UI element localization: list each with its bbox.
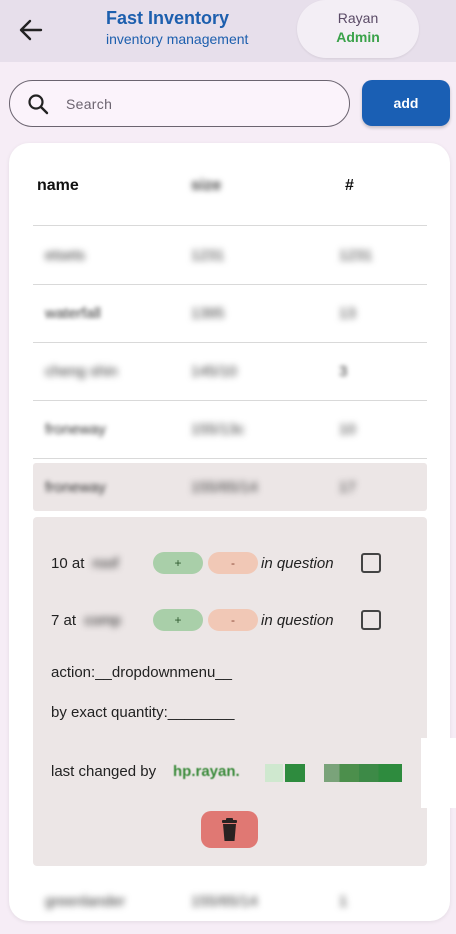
in-question-checkbox[interactable] xyxy=(361,553,381,573)
row-count: 17 xyxy=(339,479,356,496)
location-qty-label: 7 at xyxy=(51,612,77,629)
decrement-button[interactable]: - xyxy=(208,552,258,574)
in-question-label: in question xyxy=(261,612,334,629)
last-changed-label: last changed by xyxy=(51,763,157,780)
user-role: Admin xyxy=(336,29,380,45)
table-row[interactable]: greenlander 155/65/14 1 xyxy=(33,873,427,921)
trash-icon xyxy=(222,818,237,841)
increment-button[interactable]: + xyxy=(153,609,203,631)
row-name: waterfall xyxy=(45,305,101,322)
search-icon xyxy=(28,94,49,115)
row-size: 155/13c xyxy=(191,421,245,438)
action-dropdown[interactable]: action:__dropdownmenu__ xyxy=(51,664,232,681)
divider xyxy=(33,458,427,459)
row-count: 1 xyxy=(339,893,348,910)
row-size: 145/10 xyxy=(191,363,237,380)
last-changed-user: hp.rayan. xyxy=(173,763,240,780)
delete-button[interactable] xyxy=(201,811,258,848)
in-question-label: in question xyxy=(261,555,334,572)
location-name: roof xyxy=(92,555,119,572)
row-name: greenlander xyxy=(45,893,126,910)
user-name: Rayan xyxy=(337,10,379,26)
row-size: 1231 xyxy=(191,247,225,264)
app-subtitle: inventory management xyxy=(106,31,249,47)
column-header-size[interactable]: size xyxy=(191,177,221,195)
location-qty-1: 10 at roof xyxy=(51,555,118,572)
table-row[interactable]: froneway 155/13c 10 xyxy=(33,401,427,458)
user-badge[interactable]: Rayan Admin xyxy=(297,0,419,58)
location-qty-label: 10 at xyxy=(51,555,85,572)
app-bar: Fast Inventory inventory management Raya… xyxy=(0,0,456,62)
increment-button[interactable]: + xyxy=(153,552,203,574)
row-name: cheng shin xyxy=(45,363,118,380)
row-count: 3 xyxy=(339,363,348,380)
column-header-count[interactable]: # xyxy=(345,177,354,195)
table-row[interactable]: cheng shin 145/10 3 xyxy=(33,343,427,400)
table-row-selected[interactable]: froneway 155/65/14 17 xyxy=(33,463,427,511)
row-name: etsets xyxy=(45,247,86,264)
scrollbar-thumb[interactable] xyxy=(421,738,456,808)
redacted-block xyxy=(265,764,283,782)
row-count: 13 xyxy=(339,305,356,322)
row-size: 155/65/14 xyxy=(191,479,258,496)
location-name: comp xyxy=(84,612,121,629)
item-detail-panel: 10 at roof + - in question 7 at comp + -… xyxy=(33,517,427,866)
search-field[interactable]: Search xyxy=(9,80,350,127)
divider xyxy=(33,225,427,226)
row-count: 1231 xyxy=(339,247,373,264)
column-header-name[interactable]: name xyxy=(37,177,79,195)
table-row[interactable]: waterfall 1395 13 xyxy=(33,285,427,342)
exact-quantity-field[interactable]: by exact quantity:________ xyxy=(51,704,234,721)
row-name: froneway xyxy=(45,479,106,496)
row-size: 155/65/14 xyxy=(191,893,258,910)
in-question-checkbox[interactable] xyxy=(361,610,381,630)
app-title: Fast Inventory xyxy=(106,8,230,28)
table-row[interactable]: etsets 1231 1231 xyxy=(33,227,427,284)
row-name: froneway xyxy=(45,421,106,438)
back-arrow-icon[interactable] xyxy=(17,16,45,44)
row-size: 1395 xyxy=(191,305,225,322)
redacted-block xyxy=(285,764,305,782)
inventory-table: name size # etsets 1231 1231 waterfall 1… xyxy=(9,143,450,921)
location-qty-2: 7 at comp xyxy=(51,612,121,629)
add-button[interactable]: add xyxy=(362,80,450,126)
search-placeholder: Search xyxy=(66,96,113,112)
row-count: 10 xyxy=(339,421,356,438)
decrement-button[interactable]: - xyxy=(208,609,258,631)
redacted-block xyxy=(324,764,402,782)
